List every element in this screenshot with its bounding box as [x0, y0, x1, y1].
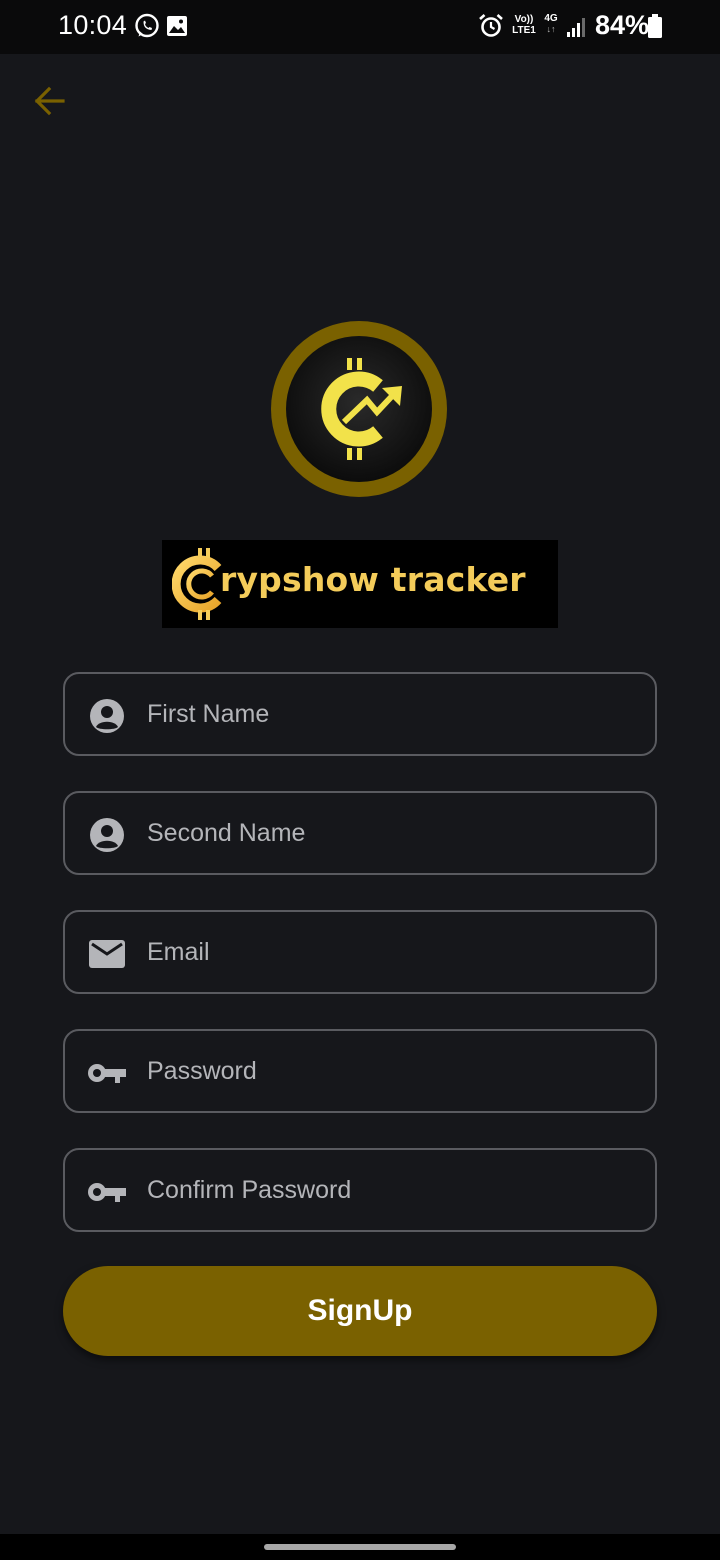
- key-icon: [87, 1053, 127, 1093]
- first-name-input[interactable]: [147, 674, 637, 754]
- battery-percent: 84%: [595, 10, 650, 40]
- back-button[interactable]: [26, 80, 72, 126]
- gallery-icon: [166, 15, 188, 42]
- password-input[interactable]: [147, 1031, 637, 1111]
- person-icon: [87, 815, 127, 855]
- arrow-left-icon: [33, 86, 65, 121]
- person-icon: [87, 696, 127, 736]
- status-time: 10:04: [58, 10, 128, 40]
- battery-icon: [648, 14, 662, 43]
- confirm-password-field[interactable]: [63, 1148, 657, 1232]
- second-name-input[interactable]: [147, 793, 637, 873]
- password-field[interactable]: [63, 1029, 657, 1113]
- signal-icon: [566, 16, 588, 43]
- network-type-indicator: 4G ↓↑: [544, 13, 558, 34]
- email-input[interactable]: [147, 912, 637, 992]
- first-name-field[interactable]: [63, 672, 657, 756]
- confirm-password-input[interactable]: [147, 1150, 637, 1230]
- key-icon: [87, 1172, 127, 1212]
- signup-button[interactable]: SignUp: [63, 1266, 657, 1356]
- volte-indicator: Vo)) LTE1: [512, 14, 536, 36]
- status-bar: 10:04 Vo)) LTE1 4G ↓↑ 84%: [0, 0, 720, 54]
- navigation-bar: [0, 1534, 720, 1560]
- home-indicator[interactable]: [264, 1544, 456, 1550]
- mail-icon: [87, 934, 127, 974]
- whatsapp-icon: [134, 13, 160, 44]
- email-field[interactable]: [63, 910, 657, 994]
- alarm-icon: [478, 13, 504, 44]
- brand-name: rypshow tracker: [220, 560, 526, 599]
- second-name-field[interactable]: [63, 791, 657, 875]
- brand-banner: rypshow tracker: [162, 540, 558, 628]
- app-logo: [270, 320, 448, 498]
